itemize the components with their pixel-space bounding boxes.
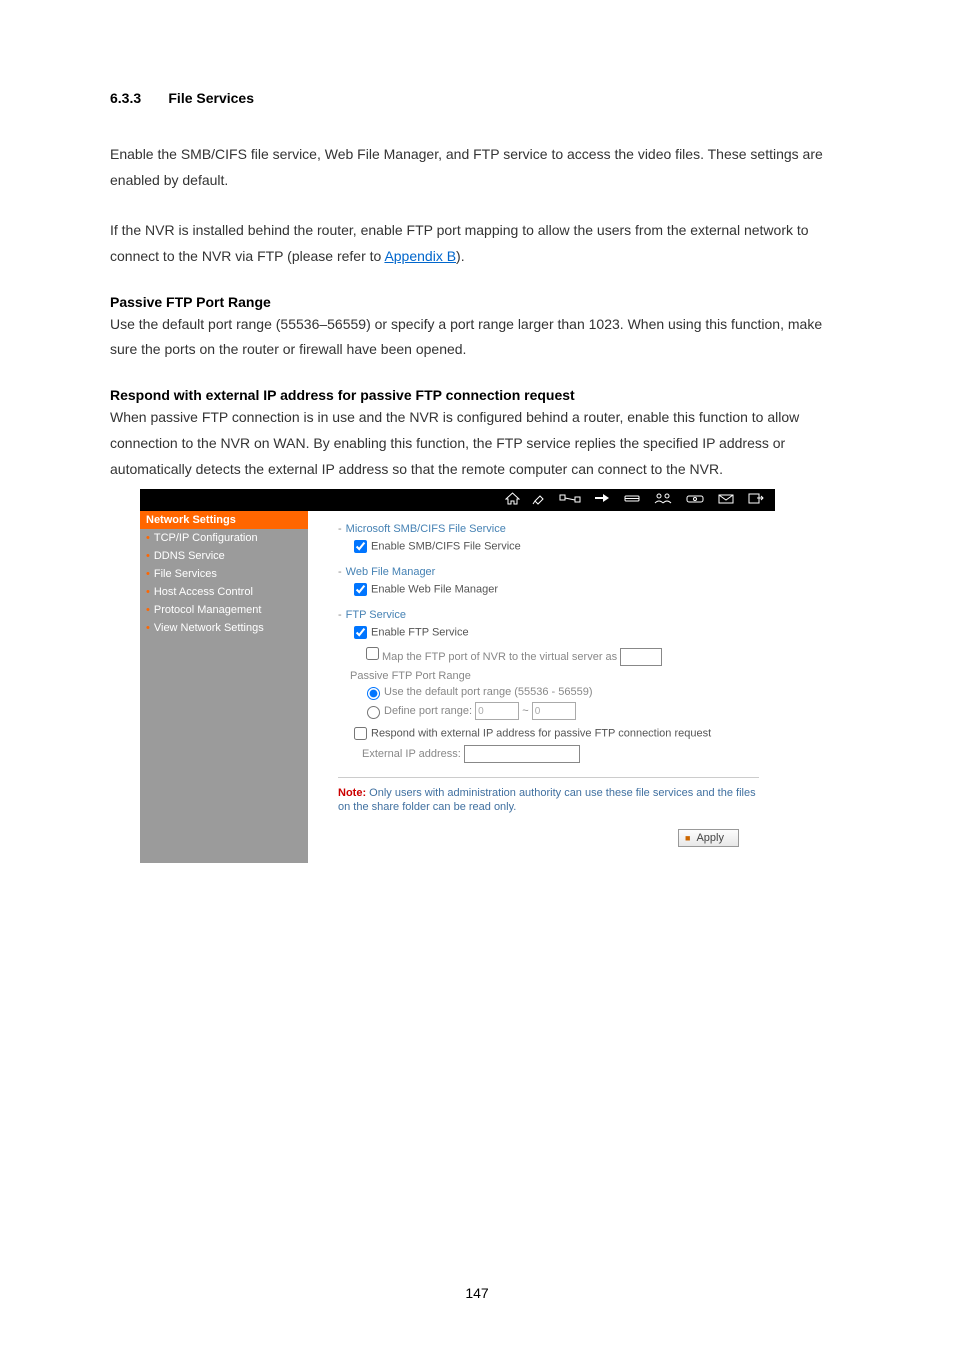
- paragraph-ftp-mapping: If the NVR is installed behind the route…: [110, 218, 844, 270]
- sidebar-item-file-services[interactable]: •File Services: [140, 565, 308, 583]
- appendix-b-link[interactable]: Appendix B: [384, 248, 456, 264]
- sidebar-item-host-access[interactable]: •Host Access Control: [140, 583, 308, 601]
- section-title: File Services: [168, 90, 254, 106]
- content-pane: -Microsoft SMB/CIFS File Service Enable …: [308, 511, 775, 863]
- users-icon[interactable]: [653, 492, 673, 508]
- apply-button[interactable]: ■Apply: [678, 829, 739, 847]
- smb-heading: -Microsoft SMB/CIFS File Service: [338, 523, 759, 535]
- camera-icon[interactable]: [685, 492, 705, 508]
- ftp-heading: -FTP Service: [338, 609, 759, 621]
- map-ftp-port-label: Map the FTP port of NVR to the virtual s…: [382, 651, 617, 663]
- enable-ftp-checkbox[interactable]: [354, 626, 367, 639]
- passive-paragraph: Use the default port range (55536–56559)…: [110, 312, 844, 364]
- arrow-icon[interactable]: [593, 492, 611, 508]
- mail-icon[interactable]: [717, 492, 735, 508]
- sidebar-item-protocol[interactable]: •Protocol Management: [140, 601, 308, 619]
- paragraph-intro: Enable the SMB/CIFS file service, Web Fi…: [110, 142, 844, 194]
- sidebar-item-ddns[interactable]: •DDNS Service: [140, 547, 308, 565]
- virtual-server-port-input[interactable]: [620, 648, 662, 666]
- sidebar: Network Settings •TCP/IP Configuration •…: [140, 511, 308, 863]
- topbar: [140, 489, 775, 511]
- sidebar-header: Network Settings: [140, 511, 308, 529]
- port-range-to-input[interactable]: [532, 702, 576, 720]
- define-range-label: Define port range:: [384, 705, 472, 717]
- note-body: Only users with administration authority…: [338, 787, 756, 813]
- respond-heading: Respond with external IP address for pas…: [110, 387, 844, 403]
- apply-button-label: Apply: [696, 832, 724, 844]
- respond-paragraph: When passive FTP connection is in use an…: [110, 405, 844, 483]
- exit-icon[interactable]: [747, 492, 765, 508]
- map-ftp-port-checkbox[interactable]: [366, 647, 379, 660]
- enable-smb-label: Enable SMB/CIFS File Service: [371, 540, 521, 552]
- external-ip-label: External IP address:: [362, 748, 461, 760]
- use-default-range-radio[interactable]: [367, 687, 380, 700]
- note-label: Note:: [338, 787, 366, 799]
- paragraph-ftp-mapping-post: ).: [456, 248, 465, 264]
- drive-icon[interactable]: [623, 492, 641, 508]
- divider: [338, 777, 759, 778]
- port-range-from-input[interactable]: [475, 702, 519, 720]
- enable-smb-checkbox[interactable]: [354, 540, 367, 553]
- enable-wfm-label: Enable Web File Manager: [371, 583, 498, 595]
- respond-external-ip-checkbox[interactable]: [354, 727, 367, 740]
- external-ip-input[interactable]: [464, 745, 580, 763]
- sidebar-item-tcpip[interactable]: •TCP/IP Configuration: [140, 529, 308, 547]
- page-number: 147: [0, 1285, 954, 1301]
- port-range-separator: ~: [522, 705, 528, 717]
- define-range-radio[interactable]: [367, 706, 380, 719]
- enable-wfm-checkbox[interactable]: [354, 583, 367, 596]
- respond-external-ip-label: Respond with external IP address for pas…: [371, 728, 711, 740]
- network-icon[interactable]: [559, 492, 581, 508]
- section-number: 6.3.3: [110, 90, 141, 106]
- use-default-range-label: Use the default port range (55536 - 5655…: [384, 686, 593, 698]
- home-icon[interactable]: [505, 492, 520, 508]
- enable-ftp-label: Enable FTP Service: [371, 626, 469, 638]
- passive-ftp-label: Passive FTP Port Range: [350, 670, 759, 682]
- pin-icon[interactable]: [532, 492, 547, 508]
- embedded-screenshot: Network Settings •TCP/IP Configuration •…: [140, 489, 775, 863]
- passive-heading: Passive FTP Port Range: [110, 294, 844, 310]
- wfm-heading: -Web File Manager: [338, 566, 759, 578]
- note-text: Note: Only users with administration aut…: [338, 786, 759, 815]
- sidebar-item-view-network[interactable]: •View Network Settings: [140, 619, 308, 637]
